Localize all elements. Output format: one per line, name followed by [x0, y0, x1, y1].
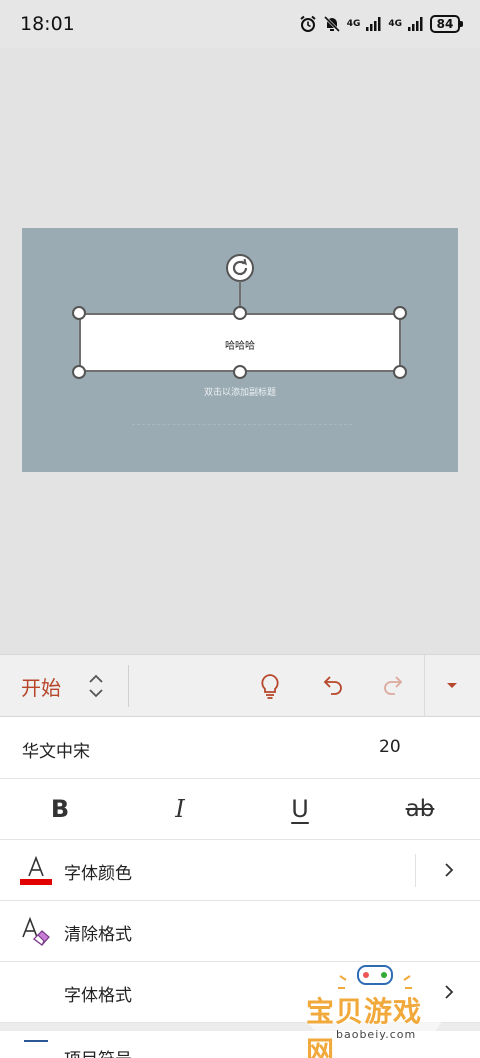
subtitle-placeholder[interactable]: 双击以添加副标题 — [22, 385, 458, 398]
undo-icon — [323, 676, 342, 695]
bold-button[interactable]: B — [30, 791, 90, 827]
resize-handle-bottom-right[interactable] — [393, 365, 407, 379]
toolbar-divider — [128, 665, 129, 707]
toolbar-divider-2 — [424, 655, 425, 717]
title-textbox[interactable]: 哈哈哈 — [79, 313, 401, 372]
clear-format-icon — [22, 916, 50, 946]
slide[interactable]: 哈哈哈 双击以添加副标题 — [22, 228, 458, 472]
resize-handle-bottom-center[interactable] — [233, 365, 247, 379]
font-name[interactable]: 华文中宋 — [22, 737, 90, 762]
signal-icon-2 — [408, 17, 423, 31]
watermark-url: baobeiy.com — [336, 1028, 417, 1041]
font-format-label: 字体格式 — [64, 986, 132, 1006]
font-color-label: 字体颜色 — [64, 864, 132, 884]
resize-handle-top-center[interactable] — [233, 306, 247, 320]
status-icons: 4G 4G 84 — [299, 13, 463, 35]
font-size[interactable]: 20 — [379, 737, 401, 757]
rotate-handle-icon[interactable] — [225, 253, 255, 283]
subtitle-guide — [132, 424, 352, 425]
font-color-icon — [20, 855, 52, 885]
watermark-text: 宝贝游戏网 — [306, 995, 423, 1058]
clear-format-row[interactable]: 清除格式 — [0, 901, 480, 962]
bullets-icon — [24, 1040, 48, 1042]
underline-button[interactable]: U — [270, 791, 330, 827]
clear-format-label: 清除格式 — [64, 925, 132, 945]
signal-icon — [366, 17, 381, 31]
row-divider — [415, 854, 416, 887]
battery-icon: 84 — [430, 15, 463, 33]
redo-icon — [384, 676, 403, 695]
alarm-icon — [300, 15, 316, 32]
chevron-right-icon[interactable] — [440, 860, 458, 880]
tab-switch-icon[interactable] — [86, 671, 106, 701]
strikethrough-button[interactable]: ab — [390, 791, 450, 827]
expand-ribbon-icon[interactable] — [444, 677, 460, 693]
network-label-2: 4G — [388, 19, 402, 29]
mute-bell-icon — [323, 15, 340, 33]
bullets-label: 项目符号 — [64, 1045, 132, 1058]
italic-button[interactable]: I — [150, 791, 210, 827]
text-format-row: B I U ab — [0, 779, 480, 840]
status-time: 18:01 — [20, 13, 75, 35]
slide-canvas[interactable]: 哈哈哈 双击以添加副标题 — [0, 48, 480, 654]
font-color-row[interactable]: 字体颜色 — [0, 840, 480, 901]
title-text[interactable]: 哈哈哈 — [81, 337, 399, 352]
status-bar: 18:01 4G 4G 84 — [0, 0, 480, 48]
tab-home[interactable]: 开始 — [21, 672, 61, 701]
resize-handle-top-left[interactable] — [72, 306, 86, 320]
lightbulb-icon — [261, 674, 279, 699]
watermark: 宝贝游戏网 baobeiy.com — [300, 962, 450, 1058]
resize-handle-top-right[interactable] — [393, 306, 407, 320]
redo-button[interactable] — [378, 670, 410, 702]
resize-handle-bottom-left[interactable] — [72, 365, 86, 379]
undo-button[interactable] — [316, 670, 348, 702]
font-selector-row[interactable]: 华文中宋 20 — [0, 717, 480, 779]
idea-button[interactable] — [254, 670, 286, 702]
ribbon-toolbar: 开始 — [0, 654, 480, 717]
network-label-1: 4G — [346, 19, 361, 29]
